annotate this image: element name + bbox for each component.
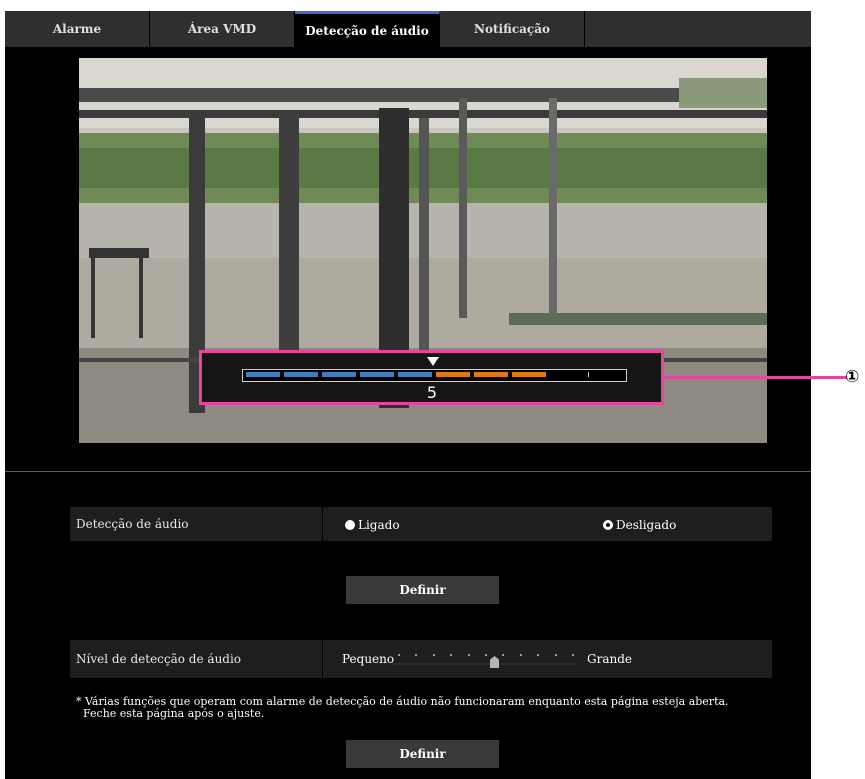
tab-deteccao-de-audio[interactable]: Detecção de áudio — [295, 11, 440, 47]
slider-tick — [450, 654, 452, 656]
meter-segment — [550, 372, 584, 377]
slider-min-label: Pequeno — [342, 652, 395, 666]
radio-desligado[interactable]: Desligado — [603, 518, 676, 532]
section-divider — [5, 471, 811, 472]
meter-segment — [360, 372, 394, 377]
meter-bar — [242, 369, 627, 382]
tab-bar-filler — [585, 11, 811, 47]
audio-level-meter: 5 — [199, 350, 664, 405]
slider-tick — [398, 654, 400, 656]
slider-tick — [468, 654, 470, 656]
row-separator — [322, 640, 323, 678]
radio-ligado[interactable]: Ligado — [345, 518, 400, 532]
slider-tick — [415, 654, 417, 656]
meter-value: 5 — [426, 383, 438, 402]
radio-ligado-label: Ligado — [358, 518, 400, 532]
slider-tick — [502, 654, 504, 656]
audio-level-row: Nível de detecção de áudio Pequeno Grand… — [70, 640, 772, 678]
callout-number: ① — [845, 367, 860, 387]
meter-segment — [322, 372, 356, 377]
radio-ligado-dot[interactable] — [345, 520, 355, 530]
set-button[interactable]: Definir — [346, 576, 499, 604]
callout-line — [664, 376, 847, 379]
tab-area-vmd[interactable]: Área VMD — [150, 11, 295, 47]
audio-level-label: Nível de detecção de áudio — [76, 652, 242, 666]
meter-segment — [246, 372, 280, 377]
meter-segment — [588, 372, 623, 377]
radio-desligado-label: Desligado — [616, 518, 677, 532]
slider-tick — [433, 654, 435, 656]
slider-tick — [537, 654, 539, 656]
slider-tick — [485, 654, 487, 656]
tab-bar: Alarme Área VMD Detecção de áudio Notifi… — [5, 11, 811, 47]
meter-segment — [474, 372, 508, 377]
set-button-bottom[interactable]: Definir — [346, 740, 499, 768]
row-separator — [322, 507, 323, 541]
meter-segment — [512, 372, 546, 377]
tab-notificacao[interactable]: Notificação — [440, 11, 585, 47]
tab-alarme[interactable]: Alarme — [5, 11, 150, 47]
meter-segment — [436, 372, 470, 377]
meter-threshold-marker — [427, 357, 439, 366]
slider-tick — [520, 654, 522, 656]
warning-note: * Várias funções que operam com alarme d… — [76, 695, 729, 720]
slider-tick — [555, 654, 557, 656]
meter-segment — [398, 372, 432, 377]
slider-tick — [572, 654, 574, 656]
slider-max-label: Grande — [587, 652, 632, 666]
meter-segment — [284, 372, 318, 377]
radio-desligado-dot[interactable] — [603, 520, 613, 530]
audio-level-slider[interactable] — [392, 663, 578, 665]
audio-detection-label: Detecção de áudio — [76, 517, 189, 531]
